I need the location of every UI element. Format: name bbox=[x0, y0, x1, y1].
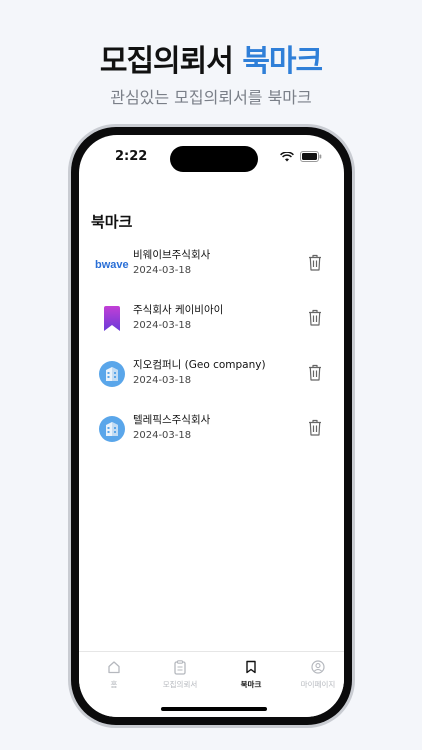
dynamic-island bbox=[170, 146, 258, 172]
bookmark-item[interactable]: 텔레픽스주식회사 2024-03-18 bbox=[79, 406, 344, 461]
status-icons bbox=[280, 151, 322, 162]
bwave-logo-icon: bwave bbox=[95, 247, 129, 281]
tab-label: 북마크 bbox=[240, 680, 262, 689]
hero-title-main: 모집의뢰서 bbox=[99, 44, 234, 79]
phone-screen: 2:22 북마크 bwave 비웨이브주식회사 2024-03-18 주식회사 … bbox=[79, 135, 344, 717]
tab-home[interactable]: 홈 bbox=[82, 660, 146, 690]
building-icon bbox=[95, 357, 129, 391]
bookmark-item[interactable]: bwave 비웨이브주식회사 2024-03-18 bbox=[79, 241, 344, 296]
tab-recruitment[interactable]: 모집의뢰서 bbox=[148, 660, 212, 690]
trash-icon[interactable] bbox=[306, 362, 324, 382]
company-name: 비웨이브주식회사 bbox=[133, 249, 211, 261]
bookmark-item[interactable]: 지오컴퍼니 (Geo company) 2024-03-18 bbox=[79, 351, 344, 406]
bwave-logo-graphic: bwave bbox=[95, 259, 129, 271]
bookmark-list: bwave 비웨이브주식회사 2024-03-18 주식회사 케이비아이 202… bbox=[79, 241, 344, 461]
home-icon bbox=[82, 660, 146, 676]
tab-label: 마이페이지 bbox=[300, 680, 336, 689]
hero-title-accent: 북마크 bbox=[242, 44, 323, 79]
tab-bookmark[interactable]: 북마크 bbox=[219, 660, 283, 690]
bookmark-date: 2024-03-18 bbox=[133, 265, 192, 276]
home-indicator bbox=[161, 707, 267, 711]
company-name: 텔레픽스주식회사 bbox=[133, 414, 211, 426]
bookmark-date: 2024-03-18 bbox=[133, 375, 192, 386]
tab-label: 홈 bbox=[110, 680, 118, 689]
company-name: 주식회사 케이비아이 bbox=[133, 304, 224, 316]
svg-text:bwave: bwave bbox=[95, 259, 129, 271]
company-name: 지오컴퍼니 (Geo company) bbox=[133, 359, 266, 371]
trash-icon[interactable] bbox=[306, 307, 324, 327]
bookmark-ribbon-icon bbox=[95, 302, 129, 336]
bookmark-item[interactable]: 주식회사 케이비아이 2024-03-18 bbox=[79, 296, 344, 351]
bookmark-date: 2024-03-18 bbox=[133, 430, 192, 441]
trash-icon[interactable] bbox=[306, 417, 324, 437]
building-icon bbox=[95, 412, 129, 446]
phone-frame: 2:22 북마크 bwave 비웨이브주식회사 2024-03-18 주식회사 … bbox=[71, 127, 352, 725]
bookmark-date: 2024-03-18 bbox=[133, 320, 192, 331]
tab-label: 모집의뢰서 bbox=[162, 680, 198, 689]
battery-icon bbox=[300, 151, 322, 162]
bookmark-icon bbox=[219, 660, 283, 676]
status-time: 2:22 bbox=[115, 149, 148, 164]
phone-mockup: 2:22 북마크 bwave 비웨이브주식회사 2024-03-18 주식회사 … bbox=[68, 124, 355, 728]
wifi-icon bbox=[280, 151, 294, 161]
page-title: 북마크 bbox=[91, 213, 133, 231]
hero-subtitle: 관심있는 모집의뢰서를 북마크 bbox=[110, 88, 312, 107]
tab-mypage[interactable]: 마이페이지 bbox=[286, 660, 344, 690]
user-icon bbox=[286, 660, 344, 676]
hero-title: 모집의뢰서 북마크 bbox=[0, 36, 422, 80]
trash-icon[interactable] bbox=[306, 252, 324, 272]
clipboard-icon bbox=[148, 660, 212, 676]
